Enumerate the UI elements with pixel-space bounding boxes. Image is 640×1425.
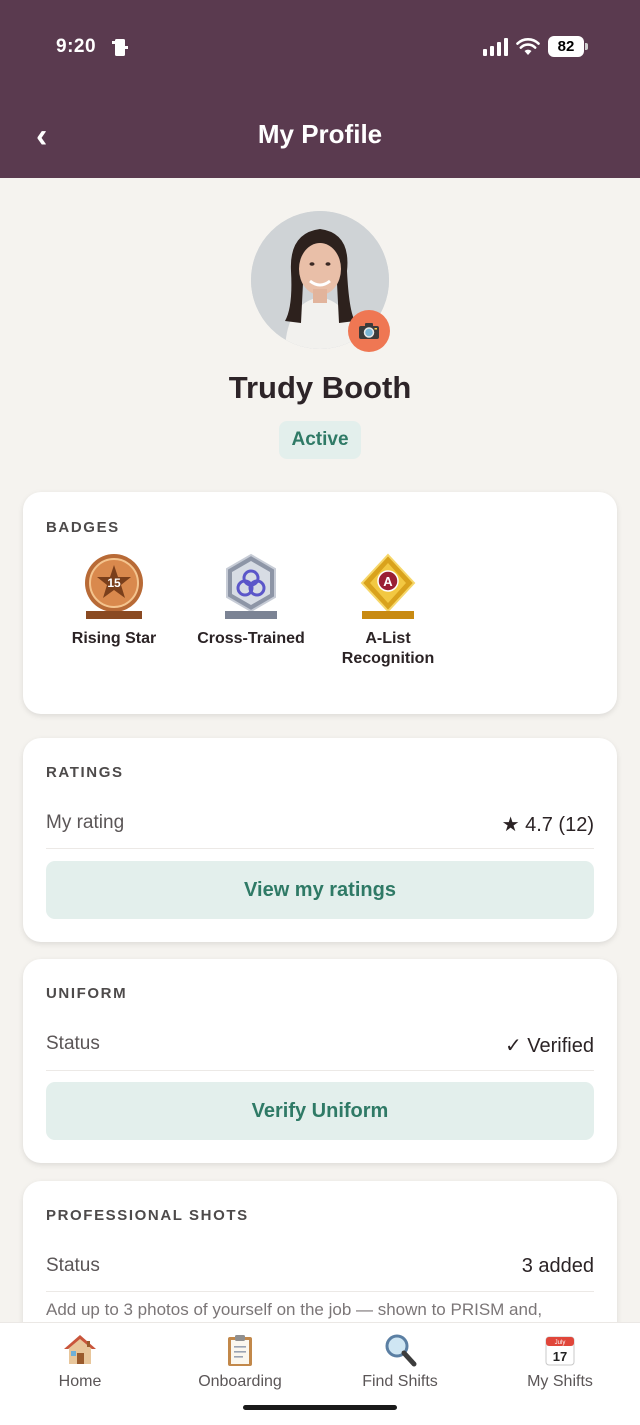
uniform-status-value: ✓ Verified bbox=[504, 1035, 594, 1057]
shots-status-label: Status bbox=[46, 1255, 100, 1276]
badge-cross-trained[interactable]: Cross-Trained bbox=[181, 553, 321, 649]
nav-home[interactable]: Home bbox=[0, 1333, 160, 1391]
badge-label: A-List Recognition bbox=[341, 630, 435, 667]
a-list-badge-icon: A bbox=[360, 553, 416, 619]
home-indicator bbox=[243, 1405, 397, 1410]
uniform-status-label: Status bbox=[46, 1033, 100, 1054]
badge-a-list[interactable]: A A-List Recognition bbox=[318, 553, 458, 669]
profile-name: Trudy Booth bbox=[228, 370, 412, 405]
nav-label: Onboarding bbox=[198, 1373, 282, 1390]
view-ratings-button[interactable]: View my ratings bbox=[46, 861, 594, 919]
a-list-emblem-text: A bbox=[383, 574, 393, 589]
badge-label: Cross-Trained bbox=[197, 630, 305, 647]
divider bbox=[46, 1070, 594, 1071]
battery-indicator: 82 bbox=[548, 36, 588, 57]
status-time: 9:20 bbox=[56, 36, 97, 57]
badge-label: Rising Star bbox=[71, 630, 157, 647]
ratings-title: RATINGS bbox=[46, 764, 124, 781]
camera-icon bbox=[359, 323, 379, 339]
badge-rising-star[interactable]: 15 Rising Star bbox=[44, 553, 184, 649]
rating-value: ★ 4.7 (12) bbox=[501, 814, 594, 836]
divider bbox=[46, 848, 594, 849]
badges-card: BADGES 15 Rising Star Cross-Trained A A-… bbox=[23, 492, 617, 714]
status-indicators: 82 bbox=[483, 36, 588, 57]
shots-description: Add up to 3 photos of yourself on the jo… bbox=[46, 1300, 543, 1319]
clipboard-icon bbox=[228, 1335, 252, 1366]
change-photo-button[interactable] bbox=[348, 310, 390, 352]
shots-status-value: 3 added bbox=[521, 1255, 594, 1277]
calendar-day-text: 17 bbox=[553, 1349, 567, 1364]
nav-find-shifts[interactable]: Find Shifts bbox=[320, 1333, 480, 1391]
ratings-card: RATINGS My rating ★ 4.7 (12) View my rat… bbox=[23, 738, 617, 942]
app-header: 9:20 82 ‹ My Profile bbox=[0, 0, 640, 178]
wifi-icon bbox=[516, 37, 540, 55]
rising-star-emblem-text: 15 bbox=[107, 576, 121, 590]
home-icon bbox=[64, 1335, 96, 1364]
magnifier-icon bbox=[385, 1334, 417, 1367]
uniform-card: UNIFORM Status ✓ Verified Verify Uniform bbox=[23, 959, 617, 1163]
nav-label: Home bbox=[58, 1373, 102, 1390]
cross-trained-badge-icon bbox=[225, 553, 277, 619]
uniform-title: UNIFORM bbox=[46, 985, 128, 1002]
page-title: My Profile bbox=[257, 119, 383, 149]
calendar-month-text: July bbox=[555, 1340, 566, 1346]
professional-shots-title: PROFESSIONAL SHOTS bbox=[46, 1207, 249, 1224]
cellular-signal-icon bbox=[483, 37, 508, 56]
badges-title: BADGES bbox=[46, 519, 120, 536]
nav-label: Find Shifts bbox=[362, 1373, 438, 1390]
rating-label: My rating bbox=[46, 812, 125, 833]
phone-icon bbox=[112, 39, 128, 56]
nav-onboarding[interactable]: Onboarding bbox=[160, 1333, 320, 1391]
verify-uniform-button[interactable]: Verify Uniform bbox=[46, 1082, 594, 1140]
status-badge: Active bbox=[279, 421, 361, 459]
nav-label: My Shifts bbox=[527, 1373, 593, 1390]
calendar-icon: July 17 bbox=[545, 1336, 575, 1366]
nav-my-shifts[interactable]: July 17 My Shifts bbox=[480, 1333, 640, 1391]
rising-star-badge-icon: 15 bbox=[85, 554, 143, 619]
divider bbox=[46, 1291, 594, 1292]
